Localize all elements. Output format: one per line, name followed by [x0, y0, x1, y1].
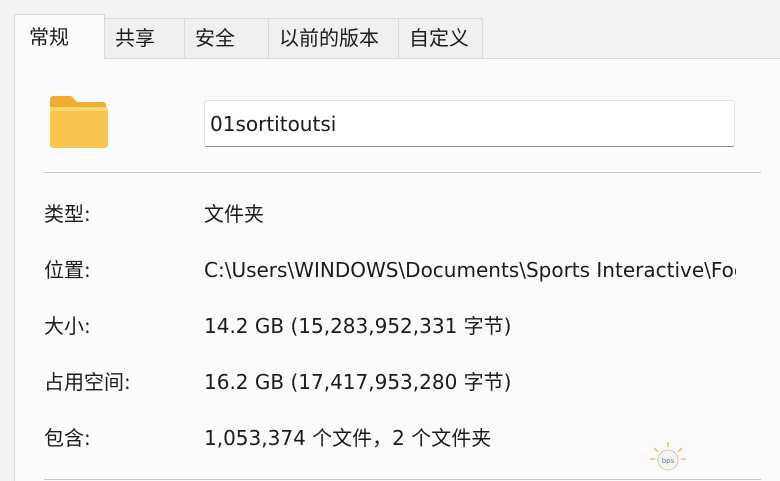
- tab-previous-versions[interactable]: 以前的版本: [268, 18, 399, 58]
- divider: [44, 479, 761, 480]
- contains-label: 包含:: [44, 426, 91, 450]
- size-on-disk-value: 16.2 GB (17,417,953,280 字节): [204, 370, 512, 394]
- properties-dialog: 共享 安全 以前的版本 自定义 常规 类型: 文件夹 位置: C:\Users\…: [0, 0, 780, 481]
- divider: [44, 172, 761, 173]
- folder-name-input[interactable]: [204, 100, 735, 147]
- bps-watermark-icon: bps: [650, 442, 686, 471]
- tab-general[interactable]: 常规: [14, 14, 105, 59]
- folder-icon: [50, 96, 108, 148]
- tab-customize[interactable]: 自定义: [398, 18, 483, 58]
- size-label: 大小:: [44, 314, 91, 338]
- size-value: 14.2 GB (15,283,952,331 字节): [204, 314, 512, 338]
- type-value: 文件夹: [204, 202, 264, 226]
- tab-sharing[interactable]: 共享: [104, 18, 185, 58]
- size-on-disk-label: 占用空间:: [44, 370, 131, 394]
- watermark-text: bps: [662, 457, 675, 465]
- location-label: 位置:: [44, 258, 91, 282]
- type-label: 类型:: [44, 202, 91, 226]
- tab-bar: 共享 安全 以前的版本 自定义 常规: [0, 0, 780, 59]
- tab-security[interactable]: 安全: [184, 18, 269, 58]
- location-value[interactable]: C:\Users\WINDOWS\Documents\Sports Intera…: [204, 257, 736, 283]
